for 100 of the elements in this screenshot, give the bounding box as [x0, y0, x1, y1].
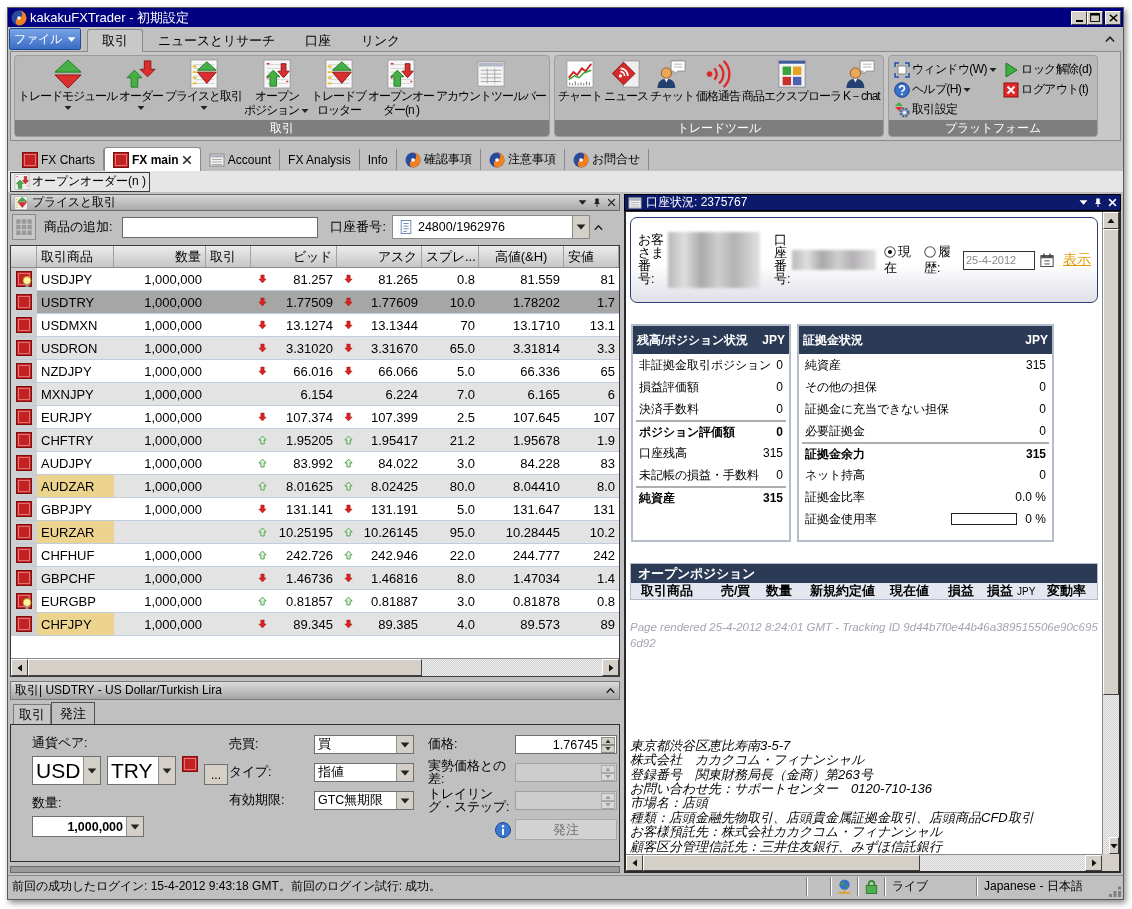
column-header[interactable]: 売/買	[721, 582, 766, 600]
price-row[interactable]: CHFJPY 1,000,000 89.345 89.385 4.0 89.573 89	[11, 613, 619, 636]
scroll-left-button[interactable]	[11, 659, 28, 676]
order-tab[interactable]: 取引	[13, 704, 51, 724]
column-header[interactable]: ビッド	[251, 246, 337, 267]
column-header[interactable]: 安値	[564, 246, 619, 267]
price-row[interactable]: USDTRY 1,000,000 1.77509 1.77609 10.0 1.78202 1.7	[11, 291, 619, 314]
document-tab[interactable]: Account	[200, 149, 281, 170]
dropdown-select[interactable]: 買	[314, 735, 414, 754]
price-row[interactable]: EURJPY 1,000,000 107.374 107.399 2.5 107.645 107	[11, 406, 619, 429]
price-row[interactable]: USDMXN 1,000,000 13.1274 13.1344 70 13.1710 13.1	[11, 314, 619, 337]
ribbon-button[interactable]: ヘルプ(H)	[893, 80, 972, 99]
price-row[interactable]: MXNJPY 1,000,000 6.154 6.224 7.0 6.165 6	[11, 383, 619, 406]
column-header[interactable]: 取引商品	[37, 246, 114, 267]
document-tab[interactable]: 確認事項	[396, 149, 481, 170]
ribbon-button[interactable]: ニュース	[604, 59, 648, 103]
column-header[interactable]: 取引	[206, 246, 251, 267]
price-row[interactable]: AUDZAR 1,000,000 8.01625 8.02425 80.0 8.04410 8.0	[11, 475, 619, 498]
ribbon-button[interactable]: オープン ポジション	[244, 59, 309, 117]
mode-radio[interactable]: 履歴:	[924, 244, 958, 276]
currency-select[interactable]: TRY	[107, 756, 176, 785]
scroll-thumb[interactable]	[28, 659, 422, 676]
caret-icon[interactable]	[578, 198, 587, 207]
ribbon-button[interactable]: アカウントツールバー	[436, 59, 546, 103]
ribbon-button[interactable]: 価格通告	[696, 59, 740, 103]
ribbon-button[interactable]: ログアウト(t)	[1003, 80, 1089, 99]
info-icon[interactable]	[495, 821, 511, 838]
scroll-down-button[interactable]	[1109, 837, 1119, 854]
vertical-scrollbar[interactable]	[1102, 212, 1119, 854]
account-select[interactable]: 24800/1962976	[391, 215, 590, 239]
horizontal-scrollbar[interactable]	[626, 854, 1102, 871]
price-row[interactable]: NZDJPY 1,000,000 66.016 66.066 5.0 66.336 65	[11, 360, 619, 383]
ribbon-tab[interactable]: 取引	[87, 29, 143, 52]
chevron-up-icon[interactable]	[1105, 34, 1115, 44]
column-header[interactable]: 取引商品	[641, 582, 721, 600]
dropdown-select[interactable]: 指値	[314, 763, 414, 782]
ribbon-button[interactable]: 商品エクスプローラ	[742, 59, 841, 103]
number-spinner[interactable]: 1.76745	[515, 735, 617, 754]
network-icon[interactable]	[837, 879, 852, 894]
add-product-field[interactable]	[122, 216, 319, 238]
price-row[interactable]: USDRON 1,000,000 3.31020 3.31670 65.0 3.31814 3.3	[11, 337, 619, 360]
calendar-icon[interactable]	[1040, 253, 1054, 267]
close-icon[interactable]	[607, 198, 616, 207]
ribbon-tab[interactable]: リンク	[346, 29, 415, 52]
ribbon-button[interactable]: オープンオー ダー(n )	[368, 59, 434, 117]
scroll-up-button[interactable]	[1103, 212, 1119, 229]
document-tab[interactable]: FX Analysis	[280, 149, 360, 170]
column-header[interactable]: 現在値	[890, 582, 948, 600]
column-header[interactable]: 損益 JPY	[987, 582, 1047, 600]
price-row[interactable]: CHFTRY 1,000,000 1.95205 1.95417 21.2 1.95678 1.9	[11, 429, 619, 452]
ribbon-button[interactable]: トレードブ ロッター	[311, 59, 366, 117]
chevron-up-icon[interactable]	[606, 686, 615, 695]
file-menu-button[interactable]: ファイル	[9, 28, 81, 50]
document-tab[interactable]: FX main	[104, 147, 201, 171]
ribbon-button[interactable]: チャート	[558, 59, 602, 103]
column-header[interactable]: 損益	[948, 582, 987, 600]
ribbon-button[interactable]: ウィンドウ(W)	[893, 60, 997, 79]
document-tab[interactable]: Info	[359, 149, 397, 170]
ribbon-button[interactable]: 取引設定	[893, 100, 958, 119]
ribbon-tab[interactable]: ニュースとリサーチ	[143, 29, 290, 52]
scroll-left-button[interactable]	[626, 855, 643, 871]
price-row[interactable]: EURGBP 1,000,000 0.81857 0.81887 3.0 0.81878 0.8	[11, 590, 619, 613]
minimize-button[interactable]	[1071, 10, 1087, 25]
scroll-thumb[interactable]	[1103, 229, 1119, 695]
ribbon-button[interactable]: トレードモジュール	[18, 59, 117, 112]
currency-select[interactable]: USD	[32, 756, 101, 785]
scroll-right-button[interactable]	[1085, 855, 1102, 871]
maximize-button[interactable]	[1087, 10, 1103, 25]
ribbon-button[interactable]: オーダー	[119, 59, 163, 112]
document-tab[interactable]: お問合せ	[564, 149, 649, 170]
price-row[interactable]: GBPJPY 1,000,000 131.141 131.191 5.0 131.647 131	[11, 498, 619, 521]
ribbon-button[interactable]: K－chat	[843, 59, 880, 103]
ribbon-button[interactable]: プライスと取引	[165, 59, 242, 112]
price-row[interactable]: AUDJPY 1,000,000 83.992 84.022 3.0 84.228 83	[11, 452, 619, 475]
horizontal-scrollbar[interactable]	[11, 658, 619, 676]
ribbon-button[interactable]: チャット	[650, 59, 694, 103]
order-tab[interactable]: 発注	[51, 702, 95, 724]
column-header[interactable]: スプレ...	[422, 246, 479, 267]
resize-grip-icon[interactable]	[1109, 885, 1121, 897]
caret-icon[interactable]	[1079, 198, 1088, 207]
column-header[interactable]: アスク	[337, 246, 422, 267]
date-field[interactable]: 25-4-2012	[963, 250, 1035, 270]
close-icon[interactable]	[181, 154, 192, 165]
mode-radio[interactable]: 現在	[884, 244, 918, 276]
ribbon-button[interactable]: ロック解除(d)	[1003, 60, 1092, 79]
price-row[interactable]: GBPCHF 1,000,000 1.46736 1.46816 8.0 1.47034 1.4	[11, 567, 619, 590]
column-header[interactable]: 新規約定値	[810, 582, 890, 600]
column-header[interactable]: 数量	[114, 246, 206, 267]
ribbon-tab[interactable]: 口座	[290, 29, 346, 52]
column-header[interactable]: 数量	[766, 582, 810, 600]
document-tab[interactable]: FX Charts	[14, 149, 104, 170]
scroll-right-button[interactable]	[602, 659, 619, 676]
open-orders-button[interactable]: オープンオーダー(n )	[10, 171, 150, 192]
document-tab[interactable]: 注意事項	[480, 149, 565, 170]
dropdown-select[interactable]: GTC無期限	[314, 791, 414, 810]
lock-icon[interactable]	[864, 879, 879, 894]
pin-icon[interactable]	[593, 198, 601, 207]
chevron-up-icon[interactable]	[593, 222, 603, 232]
quantity-select[interactable]: 1,000,000	[32, 816, 144, 837]
pin-icon[interactable]	[1094, 198, 1102, 207]
